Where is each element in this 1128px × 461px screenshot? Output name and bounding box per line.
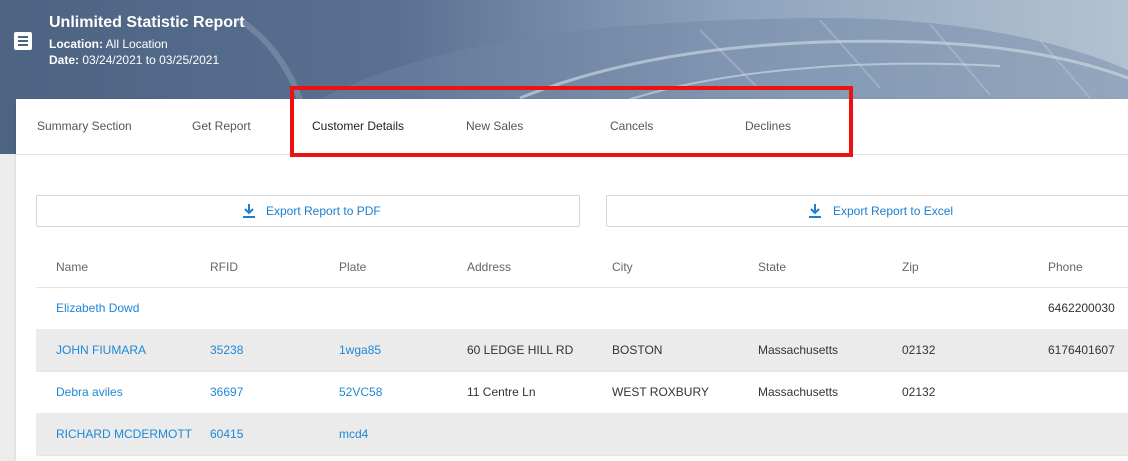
table-row[interactable]: Elizabeth Dowd 6462200030 (36, 287, 1128, 330)
column-header-city[interactable]: City (612, 260, 633, 274)
state-cell: Massachusetts (758, 343, 839, 357)
table-header: Name RFID Plate Address City State Zip P… (36, 245, 1128, 288)
state-cell: Massachusetts (758, 385, 839, 399)
zip-cell: 02132 (902, 385, 936, 399)
plate-link[interactable]: 1wga85 (339, 343, 381, 357)
menu-icon[interactable] (14, 32, 32, 50)
column-header-name[interactable]: Name (56, 260, 88, 274)
city-cell: BOSTON (612, 343, 663, 357)
tab-get-report[interactable]: Get Report (192, 119, 251, 133)
phone-cell: 6462200030 (1048, 301, 1115, 315)
column-header-plate[interactable]: Plate (339, 260, 366, 274)
customer-name-link[interactable]: RICHARD MCDERMOTT (56, 427, 192, 441)
rfid-link[interactable]: 60415 (210, 427, 243, 441)
rfid-link[interactable]: 35238 (210, 343, 243, 357)
location-label: Location: (49, 37, 103, 51)
column-header-zip[interactable]: Zip (902, 260, 919, 274)
column-header-phone[interactable]: Phone (1048, 260, 1083, 274)
table-row[interactable]: Debra aviles 36697 52VC58 11 Centre Ln W… (36, 371, 1128, 414)
rfid-link[interactable]: 36697 (210, 385, 243, 399)
report-tabs: Summary Section Get Report Customer Deta… (16, 86, 1128, 157)
address-cell: 11 Centre Ln (467, 385, 536, 399)
column-header-state[interactable]: State (758, 260, 786, 274)
zip-cell: 02132 (902, 343, 936, 357)
report-card: Summary Section Get Report Customer Deta… (16, 86, 1128, 461)
export-pdf-label: Export Report to PDF (266, 204, 381, 218)
download-icon (243, 204, 255, 218)
city-cell: WEST ROXBURY (612, 385, 709, 399)
plate-link[interactable]: mcd4 (339, 427, 368, 441)
phone-cell: 6176401607 (1048, 343, 1115, 357)
customer-name-link[interactable]: JOHN FIUMARA (56, 343, 146, 357)
date-value: 03/24/2021 to 03/25/2021 (82, 53, 220, 67)
address-cell: 60 LEDGE HILL RD (467, 343, 574, 357)
download-icon (809, 204, 821, 218)
date-line: Date: 03/24/2021 to 03/25/2021 (49, 53, 219, 67)
export-excel-label: Export Report to Excel (833, 204, 954, 218)
plate-link[interactable]: 52VC58 (339, 385, 382, 399)
report-title: Unlimited Statistic Report (49, 14, 245, 31)
date-label: Date: (49, 53, 80, 67)
location-line: Location: All Location (49, 37, 168, 51)
customer-name-link[interactable]: Elizabeth Dowd (56, 301, 139, 315)
customer-name-link[interactable]: Debra aviles (56, 385, 123, 399)
highlight-annotation-box (290, 86, 853, 157)
tab-summary-section[interactable]: Summary Section (37, 119, 132, 133)
column-header-address[interactable]: Address (467, 260, 511, 274)
export-excel-button[interactable]: Export Report to Excel (606, 195, 1128, 227)
table-row[interactable]: RICHARD MCDERMOTT 60415 mcd4 (36, 413, 1128, 456)
export-pdf-button[interactable]: Export Report to PDF (36, 195, 580, 227)
column-header-rfid[interactable]: RFID (210, 260, 238, 274)
table-row[interactable]: JOHN FIUMARA 35238 1wga85 60 LEDGE HILL … (36, 329, 1128, 372)
location-value: All Location (105, 37, 168, 51)
